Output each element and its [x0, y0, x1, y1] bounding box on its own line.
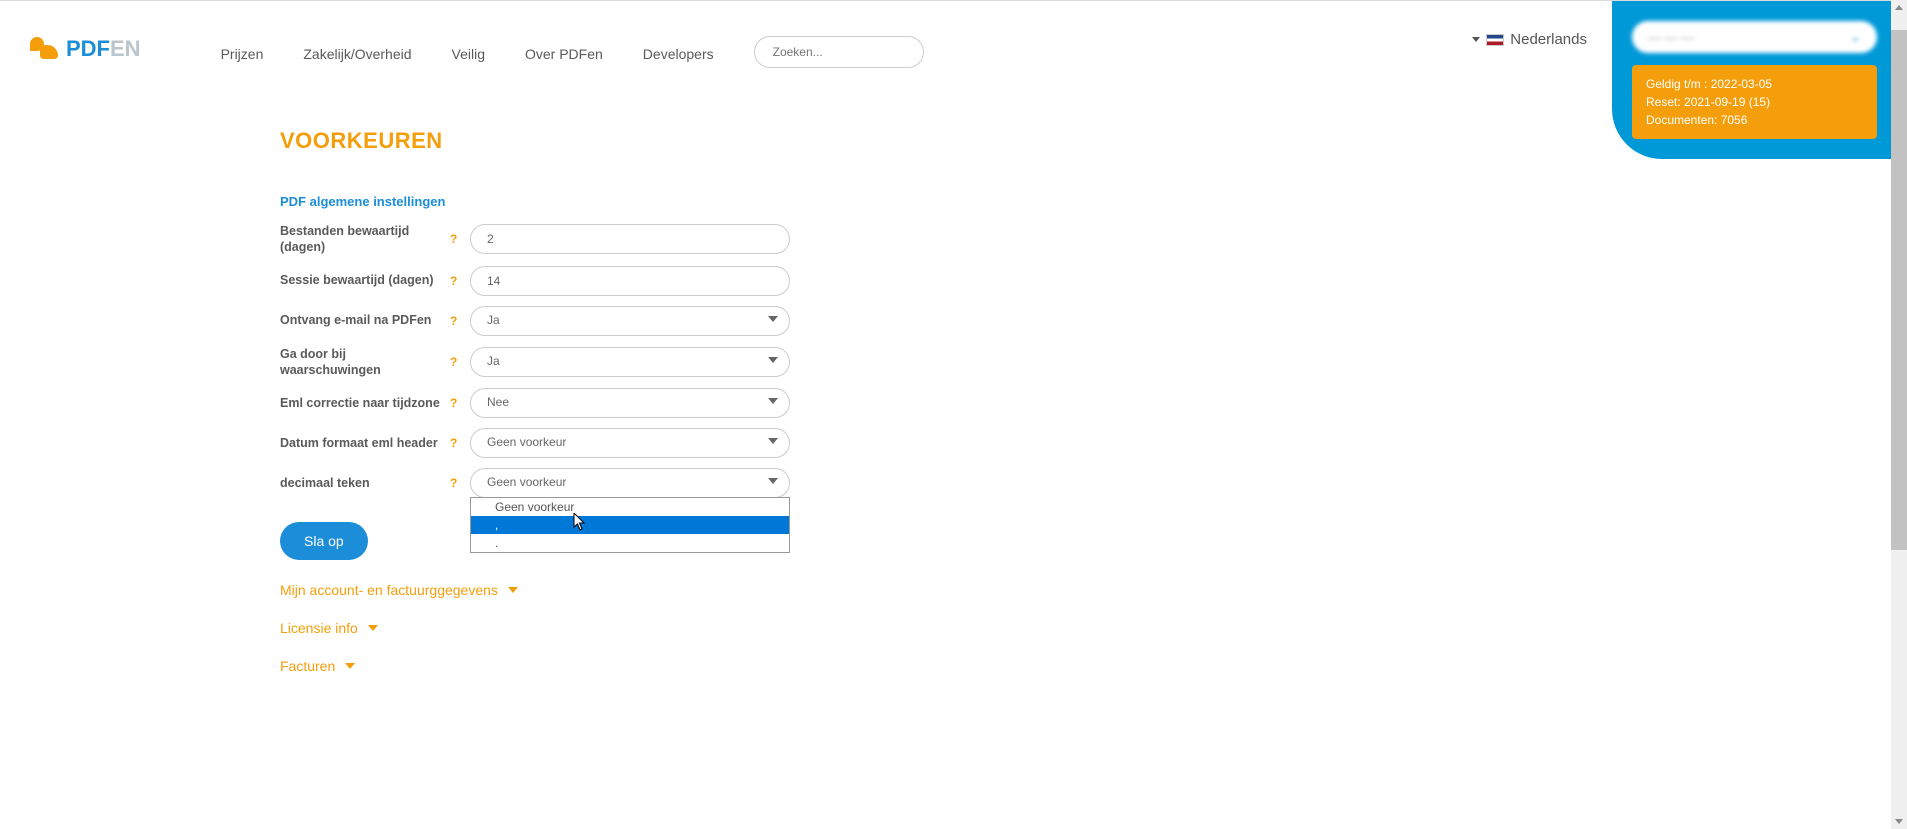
flag-nl-icon [1486, 34, 1504, 46]
nav-developers[interactable]: Developers [643, 46, 714, 62]
decimal-option-dot[interactable]: . [471, 534, 789, 552]
nav-prijzen[interactable]: Prijzen [221, 46, 264, 62]
reset-date: Reset: 2021-09-19 (15) [1646, 93, 1863, 111]
caret-down-icon [1472, 37, 1480, 42]
language-label: Nederlands [1510, 31, 1587, 48]
retention-label: Bestanden bewaartijd (dagen) [280, 223, 450, 256]
accordion-account[interactable]: Mijn account- en factuurggegevens [280, 582, 1280, 598]
page-title: VOORKEUREN [280, 128, 1280, 154]
decimal-option-comma[interactable]: , [471, 516, 789, 534]
help-icon[interactable]: ? [450, 274, 470, 288]
nav-veilig[interactable]: Veilig [452, 46, 485, 62]
accordion-invoices-label: Facturen [280, 658, 335, 674]
accordion-account-label: Mijn account- en factuurggegevens [280, 582, 498, 598]
user-dropdown[interactable]: — — — ⌄ [1632, 21, 1877, 53]
search-wrap [754, 36, 924, 68]
eml-select[interactable]: Nee [470, 388, 790, 418]
logo[interactable]: PDFEN [30, 36, 141, 62]
decimal-select[interactable]: Geen voorkeur [470, 468, 790, 498]
scrollbar[interactable] [1891, 0, 1907, 829]
continue-select[interactable]: Ja [470, 347, 790, 377]
chevron-down-icon [368, 625, 378, 631]
email-label: Ontvang e-mail na PDFen [280, 312, 450, 328]
date-label: Datum formaat eml header [280, 435, 450, 451]
accordion-license-label: Licensie info [280, 620, 358, 636]
help-icon[interactable]: ? [450, 436, 470, 450]
help-icon[interactable]: ? [450, 396, 470, 410]
nav-over[interactable]: Over PDFen [525, 46, 603, 62]
nav-zakelijk[interactable]: Zakelijk/Overheid [303, 46, 411, 62]
eml-label: Eml correctie naar tijdzone [280, 395, 450, 411]
language-selector[interactable]: Nederlands [1472, 31, 1587, 48]
accordion-invoices[interactable]: Facturen [280, 658, 1280, 674]
accordion-license[interactable]: Licensie info [280, 620, 1280, 636]
logo-text-gray: EN [110, 36, 141, 61]
scroll-up-button[interactable] [1891, 0, 1907, 15]
scrollbar-thumb[interactable] [1891, 30, 1907, 550]
retention-input[interactable] [470, 224, 790, 254]
decimal-dropdown: Geen voorkeur , . [470, 497, 790, 553]
session-label: Sessie bewaartijd (dagen) [280, 272, 450, 288]
user-name: — — — [1648, 30, 1694, 45]
user-panel: — — — ⌄ Geldig t/m : 2022-03-05 Reset: 2… [1612, 1, 1897, 159]
session-input[interactable] [470, 266, 790, 296]
decimal-option-none[interactable]: Geen voorkeur [471, 498, 789, 516]
help-icon[interactable]: ? [450, 355, 470, 369]
logo-text-blue: PDF [66, 36, 110, 61]
valid-until: Geldig t/m : 2022-03-05 [1646, 75, 1863, 93]
help-icon[interactable]: ? [450, 232, 470, 246]
chevron-down-icon [345, 663, 355, 669]
search-input[interactable] [754, 36, 924, 68]
documents-count: Documenten: 7056 [1646, 111, 1863, 129]
email-select[interactable]: Ja [470, 306, 790, 336]
help-icon[interactable]: ? [450, 476, 470, 490]
continue-label: Ga door bij waarschuwingen [280, 346, 450, 379]
chevron-down-icon [508, 587, 518, 593]
save-button[interactable]: Sla op [280, 522, 368, 560]
logo-icon [30, 37, 60, 61]
main-nav: Prijzen Zakelijk/Overheid Veilig Over PD… [221, 46, 714, 62]
section-title: PDF algemene instellingen [280, 194, 1280, 209]
date-select[interactable]: Geen voorkeur [470, 428, 790, 458]
scroll-down-button[interactable] [1891, 814, 1907, 829]
chevron-down-icon: ⌄ [1850, 29, 1861, 45]
user-info-box: Geldig t/m : 2022-03-05 Reset: 2021-09-1… [1632, 65, 1877, 139]
help-icon[interactable]: ? [450, 314, 470, 328]
decimal-label: decimaal teken [280, 475, 450, 491]
